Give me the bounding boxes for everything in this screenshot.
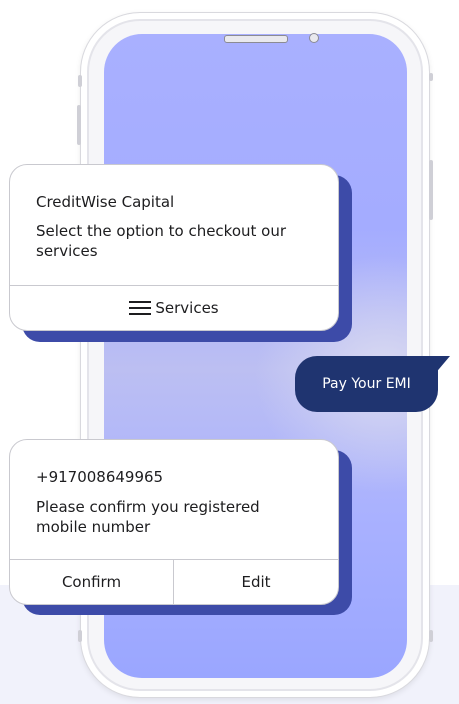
phone-side-button xyxy=(429,73,433,81)
speaker-grille xyxy=(224,35,288,43)
message-text: Please confirm you registered mobile num… xyxy=(36,498,260,536)
edit-button[interactable]: Edit xyxy=(174,560,338,604)
sender-name: CreditWise Capital xyxy=(36,193,175,211)
phone-side-button xyxy=(429,630,433,642)
message-card-confirm-number: +917008649965 Please confirm you registe… xyxy=(9,439,339,605)
phone-side-button xyxy=(429,160,433,220)
phone-side-button xyxy=(77,105,81,145)
confirm-button[interactable]: Confirm xyxy=(10,560,173,604)
services-label: Services xyxy=(155,299,219,317)
reply-bubble: Pay Your EMI xyxy=(295,356,438,412)
phone-side-button xyxy=(78,630,82,642)
front-camera xyxy=(309,33,319,43)
services-button[interactable]: Services xyxy=(10,286,338,330)
menu-icon xyxy=(129,300,152,315)
phone-side-button xyxy=(78,75,82,87)
message-text: Select the option to checkout our servic… xyxy=(36,222,287,260)
phone-number: +917008649965 xyxy=(36,468,164,486)
message-card-creditwise: CreditWise Capital Select the option to … xyxy=(9,164,339,331)
